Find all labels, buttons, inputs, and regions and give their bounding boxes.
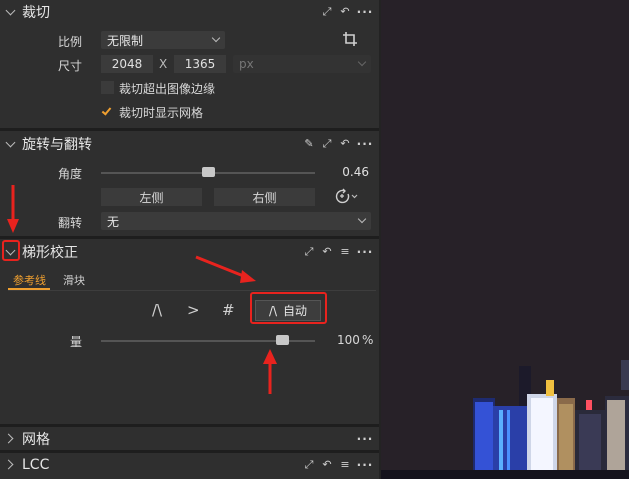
chevron-right-icon[interactable] — [4, 432, 18, 446]
angle-label: 角度 — [58, 167, 83, 181]
crop-icon[interactable] — [342, 31, 358, 47]
crop-header-icons: ⤢ ↶ ··· — [321, 0, 373, 23]
flip-label: 翻转 — [58, 216, 83, 230]
keystone-horizontal-icon[interactable]: > — [187, 301, 200, 319]
crop-title: 裁切 — [22, 4, 50, 21]
lcc-header-icons: ⤢ ↶ ≡ ··· — [303, 453, 373, 476]
divider — [0, 236, 379, 239]
height-input[interactable]: 1365 — [174, 55, 226, 73]
rotate-left-button[interactable]: 左侧 — [101, 188, 202, 206]
lcc-section-header[interactable]: LCC ⤢ ↶ ≡ ··· — [0, 453, 379, 476]
annotation-box-auto — [250, 292, 327, 324]
annotation-arrow-down — [7, 185, 19, 233]
chevron-down-icon[interactable] — [4, 137, 18, 151]
rotate-header-icons: ✎ ⤢ ↶ ··· — [303, 132, 373, 155]
menu-icon[interactable]: ≡ — [339, 458, 351, 471]
reset-icon[interactable]: ↶ — [339, 5, 351, 18]
flip-value: 无 — [107, 214, 120, 229]
rotate-section-header[interactable]: 旋转与翻转 ✎ ⤢ ↶ ··· — [0, 132, 379, 155]
flip-dropdown[interactable]: 无 — [101, 212, 371, 230]
menu-icon[interactable]: ≡ — [339, 245, 351, 258]
expand-icon[interactable]: ⤢ — [303, 458, 315, 471]
photo-canvas[interactable] — [381, 0, 629, 479]
show-grid-checkbox[interactable] — [101, 105, 114, 118]
more-icon[interactable]: ··· — [357, 246, 373, 258]
expand-icon[interactable]: ⤢ — [321, 137, 333, 150]
more-icon[interactable]: ··· — [357, 6, 373, 18]
grid-title: 网格 — [22, 431, 50, 448]
chevron-right-icon[interactable] — [4, 458, 18, 472]
annotation-box-chevron — [2, 240, 20, 261]
crop-beyond-edge-checkbox[interactable] — [101, 81, 114, 94]
chevron-down-icon — [357, 57, 367, 67]
amount-unit: % — [362, 333, 374, 347]
crop-section-header[interactable]: 裁切 ⤢ ↶ ··· — [0, 0, 379, 23]
reset-icon[interactable]: ↶ — [339, 137, 351, 150]
amount-value[interactable]: 100 — [337, 333, 360, 347]
reset-icon[interactable]: ↶ — [321, 245, 333, 258]
chevron-down-icon — [357, 214, 367, 224]
keystone-header-icons: ⤢ ↶ ≡ ··· — [303, 240, 373, 263]
more-icon[interactable]: ··· — [357, 459, 373, 471]
crop-beyond-edge-label: 裁切超出图像边缘 — [119, 82, 216, 96]
rotate-options-icon[interactable] — [332, 187, 360, 207]
checkmark-icon — [101, 105, 112, 116]
grid-section-header[interactable]: 网格 ··· — [0, 427, 379, 450]
ratio-value: 无限制 — [107, 33, 144, 48]
expand-icon[interactable]: ⤢ — [303, 245, 315, 258]
amount-slider-knob[interactable] — [276, 335, 290, 345]
unit-value: px — [239, 57, 254, 71]
more-icon[interactable]: ··· — [357, 433, 373, 445]
amount-label: 量 — [70, 335, 83, 349]
ratio-label: 比例 — [58, 35, 83, 49]
picker-icon[interactable]: ✎ — [303, 137, 315, 150]
show-grid-label: 裁切时显示网格 — [119, 106, 204, 120]
angle-value[interactable]: 0.46 — [331, 163, 371, 181]
expand-icon[interactable]: ⤢ — [321, 5, 333, 18]
more-icon[interactable]: ··· — [357, 138, 373, 150]
city-night-photo — [381, 0, 629, 479]
chevron-down-icon — [211, 33, 221, 43]
annotation-arrow-up — [263, 349, 277, 394]
keystone-vertical-icon[interactable]: /\ — [152, 301, 162, 319]
tab-guides[interactable]: 参考线 — [13, 272, 46, 288]
width-input[interactable]: 2048 — [101, 55, 153, 73]
rotate-title: 旋转与翻转 — [22, 136, 92, 153]
tool-panel: 裁切 ⤢ ↶ ··· 比例 无限制 尺寸 2048 X 1365 px 裁切超出… — [0, 0, 381, 479]
tab-sliders[interactable]: 滑块 — [63, 272, 85, 288]
divider — [0, 128, 379, 131]
size-label: 尺寸 — [58, 59, 83, 73]
keystone-title: 梯形校正 — [22, 244, 78, 261]
grid-header-icons: ··· — [357, 427, 373, 450]
rotate-right-button[interactable]: 右侧 — [214, 188, 315, 206]
chevron-down-icon[interactable] — [4, 5, 18, 19]
tab-underline — [8, 290, 376, 291]
unit-dropdown[interactable]: px — [233, 55, 371, 73]
reset-icon[interactable]: ↶ — [321, 458, 333, 471]
keystone-full-icon[interactable]: # — [222, 301, 235, 319]
annotation-arrow-diagonal — [195, 255, 256, 283]
angle-slider-knob[interactable] — [202, 167, 215, 177]
ratio-dropdown[interactable]: 无限制 — [101, 31, 225, 49]
keystone-section-header[interactable]: 梯形校正 ⤢ ↶ ≡ ··· — [0, 240, 379, 263]
size-separator: X — [159, 57, 168, 71]
lcc-title: LCC — [22, 456, 50, 473]
